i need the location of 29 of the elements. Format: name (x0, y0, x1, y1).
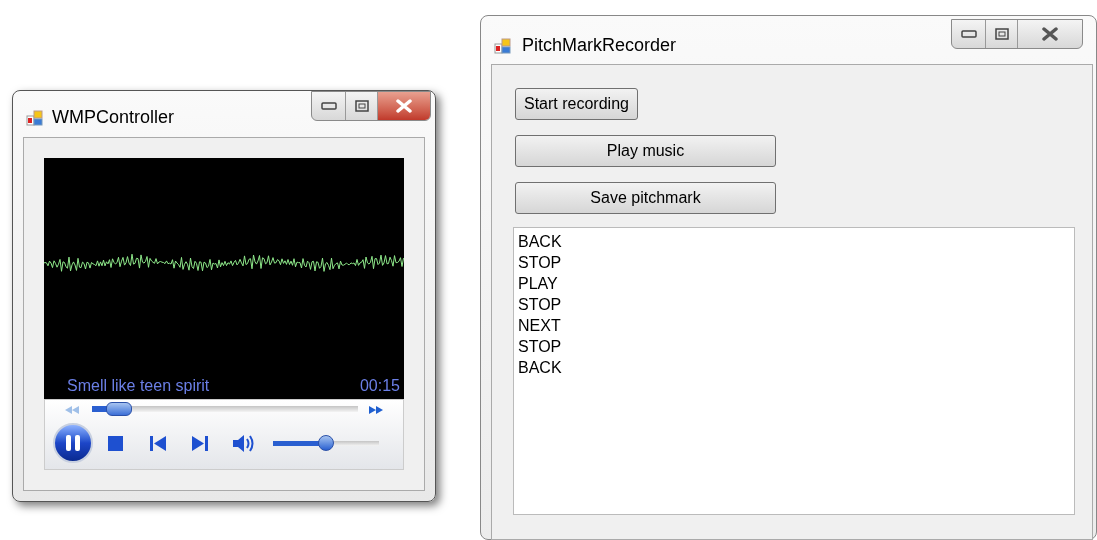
log-line: STOP (518, 295, 562, 315)
window-title: PitchMarkRecorder (522, 34, 677, 57)
next-icon[interactable] (192, 436, 208, 451)
form-button[interactable]: Save pitchmark (515, 182, 776, 214)
fast-forward-icon[interactable] (369, 406, 383, 414)
log-line: BACK (518, 358, 562, 378)
close-icon (1041, 27, 1059, 41)
log-line: STOP (518, 337, 562, 357)
pause-button[interactable] (53, 423, 93, 463)
minimize-icon (960, 30, 977, 38)
close-icon (395, 99, 413, 113)
maximize-icon (354, 100, 369, 112)
log-line: BACK (518, 232, 562, 252)
track-title: Smell like teen spirit (67, 376, 210, 396)
form-button[interactable]: Play music (515, 135, 776, 167)
log-textbox[interactable]: BACK STOP PLAY STOP NEXT STOP BACK (513, 227, 1075, 515)
minimize-icon (320, 102, 337, 110)
app-icon (26, 108, 44, 127)
previous-icon[interactable] (150, 436, 166, 451)
app-icon (494, 36, 512, 55)
log-line: STOP (518, 253, 562, 273)
close-button[interactable] (378, 92, 430, 120)
log-line: PLAY (518, 274, 558, 294)
log-line: NEXT (518, 316, 561, 336)
window-title: WMPController (52, 106, 175, 129)
pause-icon (65, 434, 81, 452)
form-button[interactable]: Start recording (515, 88, 638, 120)
maximize-icon (994, 28, 1009, 40)
time-display: 00:15 (359, 376, 400, 396)
